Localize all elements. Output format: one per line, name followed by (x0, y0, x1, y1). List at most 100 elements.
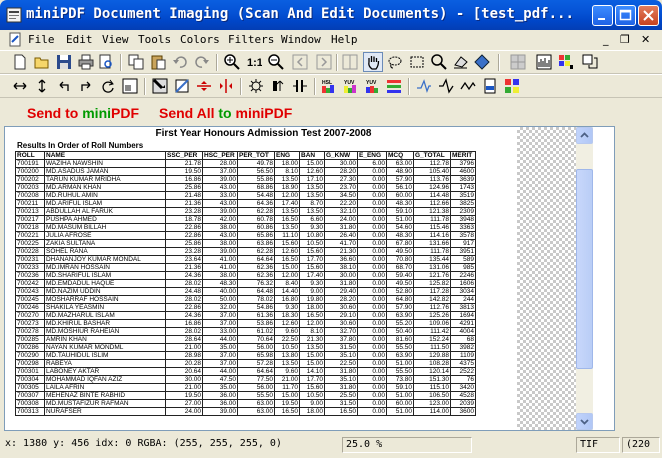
menu-view[interactable]: View (102, 33, 129, 46)
menu-file[interactable]: File (28, 33, 55, 46)
yuv-icon[interactable]: YUV (342, 78, 358, 94)
table-cell: 13.50 (274, 175, 300, 184)
send-to-label: Send to (27, 105, 83, 121)
rotate-free-icon[interactable] (100, 78, 116, 94)
table-cell: 28.02 (165, 327, 203, 336)
flip-horizontal-icon[interactable] (12, 78, 28, 94)
new-icon[interactable] (12, 54, 28, 70)
histogram-icon[interactable] (536, 54, 552, 70)
print-preview-icon[interactable] (98, 54, 114, 70)
table-cell: 35.10 (324, 351, 358, 360)
send-all-to-minipdf-button[interactable]: Send All to miniPDF (159, 105, 292, 121)
table-cell: 3519 (450, 191, 476, 200)
send-all-label: Send All (159, 105, 219, 121)
mdi-restore-icon[interactable]: ❐ (620, 33, 630, 46)
resize-icon[interactable] (122, 78, 138, 94)
zoom-tool-icon[interactable] (431, 54, 447, 70)
color-depth-icon[interactable] (582, 54, 598, 70)
table-cell: 700242 (15, 279, 45, 288)
grid-icon[interactable] (504, 78, 520, 94)
channels-icon[interactable] (386, 78, 402, 94)
palette-icon[interactable] (558, 54, 574, 70)
table-cell: 985 (450, 263, 476, 272)
crop-icon[interactable] (152, 78, 168, 94)
eraser-icon[interactable] (453, 54, 469, 70)
table-cell: 3363 (450, 223, 476, 232)
save-icon[interactable] (56, 54, 72, 70)
table-cell: 63.00 (237, 399, 275, 408)
table-cell: 13.50 (299, 207, 325, 216)
document-viewer[interactable]: First Year Honours Admission Test 2007-2… (4, 126, 615, 431)
mdi-close-icon[interactable]: ✕ (641, 33, 650, 46)
undo-icon[interactable] (172, 54, 188, 70)
table-cell: 34.50 (324, 191, 358, 200)
filter-b-icon[interactable] (438, 78, 454, 94)
table-cell: 1109 (450, 351, 476, 360)
menu-window[interactable]: Window (281, 33, 321, 46)
rect-select-icon[interactable] (409, 54, 425, 70)
table-cell: RABEYA (44, 359, 166, 368)
toolbar-separator (336, 54, 338, 71)
send-to-minipdf-button[interactable]: Send to miniPDF (27, 105, 139, 121)
table-row: 700242 MD.EMDADUL HAQUE 28.02 48.30 76.32 8.4… (15, 279, 476, 288)
menu-filters[interactable]: Filters (228, 33, 274, 46)
table-cell: 21.30 (299, 335, 325, 344)
menu-help[interactable]: Help (331, 33, 358, 46)
scrollbar-thumb[interactable] (576, 169, 593, 369)
zoom-out-icon[interactable] (268, 54, 284, 70)
table-cell: 124.96 (413, 183, 451, 192)
minimize-button[interactable] (592, 5, 613, 26)
menu-colors[interactable]: Colors (180, 33, 220, 46)
table-cell: 917 (450, 239, 476, 248)
redo-icon[interactable] (194, 54, 210, 70)
flip-vertical-icon[interactable] (34, 78, 50, 94)
rotate-right-icon[interactable] (78, 78, 94, 94)
menu-tools[interactable]: Tools (138, 33, 171, 46)
table-cell: 121.76 (413, 271, 451, 280)
pdf-icon[interactable] (482, 78, 498, 94)
mirror-icon[interactable] (342, 54, 358, 70)
title-bar[interactable]: miniPDF Document Imaging (Scan And Edit … (0, 0, 662, 30)
sharpen-icon[interactable] (292, 78, 308, 94)
table-cell: 31.80 (324, 223, 358, 232)
contrast-icon[interactable] (270, 78, 286, 94)
split-v-icon[interactable] (218, 78, 234, 94)
split-h-icon[interactable] (196, 78, 212, 94)
brightness-icon[interactable] (248, 78, 264, 94)
filter-a-icon[interactable] (416, 78, 432, 94)
copy-icon[interactable] (128, 54, 144, 70)
grid-view-icon[interactable] (510, 54, 526, 70)
paste-icon[interactable] (150, 54, 166, 70)
table-cell: 18.00 (274, 159, 300, 168)
filter-c-icon[interactable] (460, 78, 476, 94)
actual-size-icon[interactable]: 1:1 (246, 54, 262, 70)
mdi-minimize-icon[interactable]: _ (603, 33, 609, 46)
open-icon[interactable] (34, 54, 50, 70)
zoom-in-icon[interactable] (224, 54, 240, 70)
maximize-button[interactable] (615, 5, 636, 26)
close-button[interactable] (638, 5, 659, 26)
scroll-up-button[interactable] (576, 127, 593, 144)
stamp-icon[interactable] (474, 54, 490, 70)
table-cell: 35.00 (202, 343, 238, 352)
scroll-down-button[interactable] (576, 413, 593, 430)
table-cell: 68.70 (386, 263, 414, 272)
table-cell: 106.50 (413, 391, 451, 400)
hsl-icon[interactable]: HSL (320, 78, 336, 94)
table-cell: 28.64 (165, 335, 203, 344)
table-cell: 17.40 (274, 199, 300, 208)
table-cell: 70.64 (237, 335, 275, 344)
vertical-scrollbar[interactable] (576, 127, 593, 430)
lasso-select-icon[interactable] (387, 54, 403, 70)
yuv-adjust-icon[interactable]: YUV (364, 78, 380, 94)
pan-hand-icon[interactable] (365, 54, 381, 70)
menu-edit[interactable]: Edit (66, 33, 93, 46)
rotate-left-icon[interactable] (56, 78, 72, 94)
fit-page-icon[interactable] (292, 54, 308, 70)
print-icon[interactable] (78, 54, 94, 70)
table-cell: 31.80 (324, 367, 358, 376)
table-cell: 14.10 (299, 367, 325, 376)
deskew-icon[interactable] (174, 78, 190, 94)
table-cell: 700217 (15, 215, 45, 224)
fit-width-icon[interactable] (316, 54, 332, 70)
